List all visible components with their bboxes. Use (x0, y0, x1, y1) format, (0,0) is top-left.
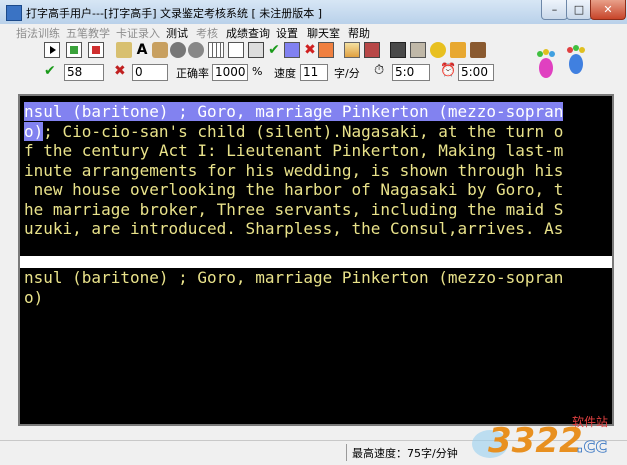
reference-line-4: inute arrangements for his wedding, is s… (24, 160, 564, 180)
title-bar: 打字高手用户---[打字高手] 文录鉴定考核系统 [ 未注册版本 ] – □ ✕ (0, 0, 627, 25)
footprints-logo (537, 45, 585, 78)
reference-line-3: f the century Act I: Lieutenant Pinkerto… (24, 141, 564, 160)
app-icon (6, 5, 22, 21)
alarm-clock-icon: ⏰ (440, 63, 457, 78)
maximize-button[interactable]: □ (566, 0, 592, 20)
pause-icon[interactable] (66, 42, 82, 58)
watermark-suffix: .cc (576, 433, 607, 457)
print-icon[interactable] (410, 42, 426, 58)
stopwatch-icon: ⏱ (374, 63, 385, 78)
window-title: 打字高手用户---[打字高手] 文录鉴定考核系统 [ 未注册版本 ] (26, 7, 323, 20)
grid-icon[interactable] (364, 42, 380, 58)
menu-chatroom[interactable]: 聊天室 (307, 25, 340, 41)
watermark-tagline: 软件站 (572, 415, 608, 429)
reference-line-2: ; Cio-cio-san's child (silent).Nagasaki,… (43, 121, 564, 141)
site-watermark-logo: 3322 .cc 软件站 (472, 415, 608, 461)
alarm-icon[interactable] (430, 42, 446, 58)
speed-field: 11 (300, 64, 328, 81)
error-count-field: 0 (132, 64, 168, 81)
panel-separator (20, 256, 612, 268)
menu-exam[interactable]: 考核 (196, 25, 218, 41)
menu-score-query[interactable]: 成绩查询 (226, 25, 270, 41)
menu-help[interactable]: 帮助 (348, 25, 370, 41)
watermark-brand: 3322 (488, 421, 583, 461)
gear-icon[interactable] (188, 42, 204, 58)
menu-settings[interactable]: 设置 (276, 25, 298, 41)
error-cross-icon: ✖ (114, 63, 126, 79)
speed-label: 速度 (274, 67, 296, 80)
menu-bar: 指法训练 五笔教学 卡证录入 测试 考核 成绩查询 设置 聊天室 帮助 (0, 24, 627, 40)
accuracy-label: 正确率 (176, 67, 209, 80)
max-speed-status: 最高速度：75字/分钟 (352, 447, 458, 460)
close-button[interactable]: ✕ (590, 0, 626, 20)
typing-input-area[interactable]: nsul (baritone) ; Goro, marriage Pinkert… (24, 268, 612, 307)
menu-card-entry[interactable]: 卡证录入 (116, 25, 160, 41)
book-icon[interactable] (152, 42, 168, 58)
time-limit-field: 5:00 (458, 64, 494, 81)
reference-line-5: new house overlooking the harbor of Naga… (24, 180, 564, 199)
typed-line-2: o) (24, 287, 44, 307)
toolbar: A ✔ ✖ (36, 40, 496, 61)
menu-test[interactable]: 测试 (166, 25, 188, 41)
font-icon[interactable]: A (134, 42, 150, 58)
warning-icon[interactable] (450, 42, 466, 58)
people-icon[interactable] (170, 42, 186, 58)
reference-current-line: nsul (baritone) ; Goro, marriage Pinkert… (24, 102, 564, 121)
accuracy-unit: % (252, 65, 263, 78)
stats-bar: ✔ 58 ✖ 0 正确率 1000 % 速度 11 字/分 ⏱ 5:0 ⏰ 5:… (36, 62, 496, 83)
exit-door-icon[interactable] (470, 42, 486, 58)
play-icon[interactable] (44, 42, 60, 58)
menu-wubi-teaching[interactable]: 五笔教学 (66, 25, 110, 41)
reference-text: nsul (baritone) ; Goro, marriage Pinkert… (24, 102, 612, 239)
brush-icon[interactable] (116, 42, 132, 58)
menu-fingering-training[interactable]: 指法训练 (16, 25, 60, 41)
reference-line-7: uzuki, are introduced. Sharpless, the Co… (24, 219, 564, 238)
reference-line-6: he marriage broker, Three servants, incl… (24, 199, 564, 219)
cross-icon[interactable]: ✖ (302, 42, 318, 58)
orange-square-icon[interactable] (318, 42, 334, 58)
correct-count-field: 58 (64, 64, 104, 81)
status-divider (346, 444, 347, 461)
document-icon[interactable] (228, 42, 244, 58)
accuracy-field: 1000 (212, 64, 248, 81)
check-icon[interactable]: ✔ (266, 42, 282, 58)
reference-line-2-highlight: o) (24, 121, 44, 141)
calculator-icon[interactable] (390, 42, 406, 58)
keyboard-icon[interactable] (208, 42, 224, 58)
stop-icon[interactable] (88, 42, 104, 58)
save-icon[interactable] (248, 42, 264, 58)
correct-check-icon: ✔ (44, 63, 56, 79)
typed-line-1: nsul (baritone) ; Goro, marriage Pinkert… (24, 268, 564, 287)
speed-unit: 字/分 (334, 67, 360, 80)
chart-icon[interactable] (344, 42, 360, 58)
minimize-button[interactable]: – (541, 0, 568, 20)
elapsed-time-field: 5:0 (392, 64, 430, 81)
blue-square-icon[interactable] (284, 42, 300, 58)
